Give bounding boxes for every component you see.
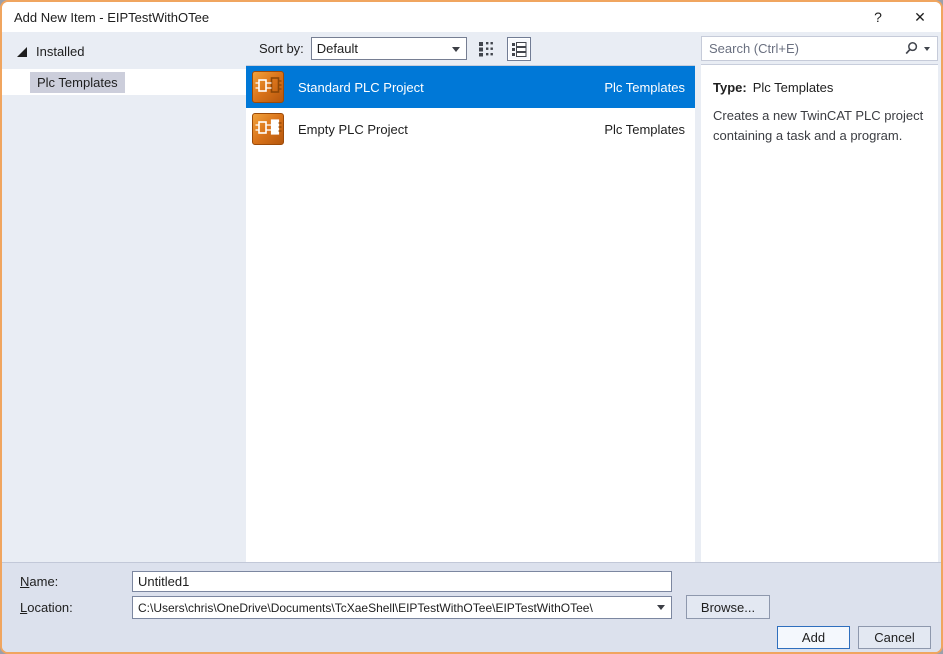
standard-plc-project-icon (252, 71, 284, 103)
location-label: Location: (20, 600, 73, 615)
browse-button[interactable]: Browse... (686, 595, 770, 619)
tree-node-installed[interactable]: Installed (2, 32, 246, 59)
sort-by-dropdown[interactable]: Default (311, 37, 467, 60)
location-combobox[interactable] (132, 596, 672, 619)
dialog-body: Installed Plc Templates Sort by: Default (2, 32, 941, 562)
tree-item-label: Plc Templates (30, 72, 125, 93)
name-label: Name: (20, 574, 58, 589)
template-list: Standard PLC Project Plc Templates (246, 65, 695, 562)
list-view-button[interactable] (507, 37, 531, 61)
help-button[interactable]: ? (857, 2, 899, 32)
dialog-title: Add New Item - EIPTestWithOTee (2, 10, 857, 25)
add-new-item-dialog: Add New Item - EIPTestWithOTee ? ✕ Insta… (0, 0, 943, 654)
add-button[interactable]: Add (777, 626, 850, 649)
sort-by-value: Default (317, 41, 358, 56)
empty-plc-project-icon (252, 113, 284, 145)
chevron-down-icon (452, 47, 460, 52)
location-input[interactable] (132, 596, 672, 619)
titlebar: Add New Item - EIPTestWithOTee ? ✕ (2, 2, 941, 32)
template-item-empty-plc-project[interactable]: Empty PLC Project Plc Templates (246, 108, 695, 150)
close-button[interactable]: ✕ (899, 2, 941, 32)
sort-toolbar: Sort by: Default (246, 32, 695, 65)
search-box (701, 36, 938, 61)
template-description: Type: Plc Templates Creates a new TwinCAT… (701, 64, 938, 562)
search-input[interactable] (709, 41, 904, 56)
small-icons-view-button[interactable] (475, 37, 499, 61)
grid-view-icon (478, 40, 495, 57)
name-input[interactable] (132, 571, 672, 592)
dialog-footer: Name: Location: Browse... Add Cancel (2, 562, 941, 652)
details-panel: Type: Plc Templates Creates a new TwinCAT… (701, 32, 938, 562)
type-label: Type: (713, 80, 747, 95)
template-name: Standard PLC Project (298, 80, 604, 95)
description-text: Creates a new TwinCAT PLC project contai… (713, 106, 926, 145)
tree-root-label: Installed (36, 44, 84, 59)
expanded-arrow-icon (17, 47, 27, 57)
sort-by-label: Sort by: (259, 41, 304, 56)
template-name: Empty PLC Project (298, 122, 604, 137)
tree-item-plc-templates[interactable]: Plc Templates (2, 69, 246, 95)
template-list-panel: Sort by: Default (246, 32, 695, 562)
list-view-icon (511, 41, 527, 57)
template-category: Plc Templates (604, 80, 685, 95)
template-item-standard-plc-project[interactable]: Standard PLC Project Plc Templates (246, 66, 695, 108)
location-chevron-icon[interactable] (657, 605, 665, 610)
template-category: Plc Templates (604, 122, 685, 137)
category-tree: Installed Plc Templates (2, 32, 246, 562)
search-options-chevron-icon[interactable] (924, 47, 930, 51)
cancel-button[interactable]: Cancel (858, 626, 931, 649)
type-value: Plc Templates (753, 80, 834, 95)
search-icon[interactable] (904, 41, 919, 56)
